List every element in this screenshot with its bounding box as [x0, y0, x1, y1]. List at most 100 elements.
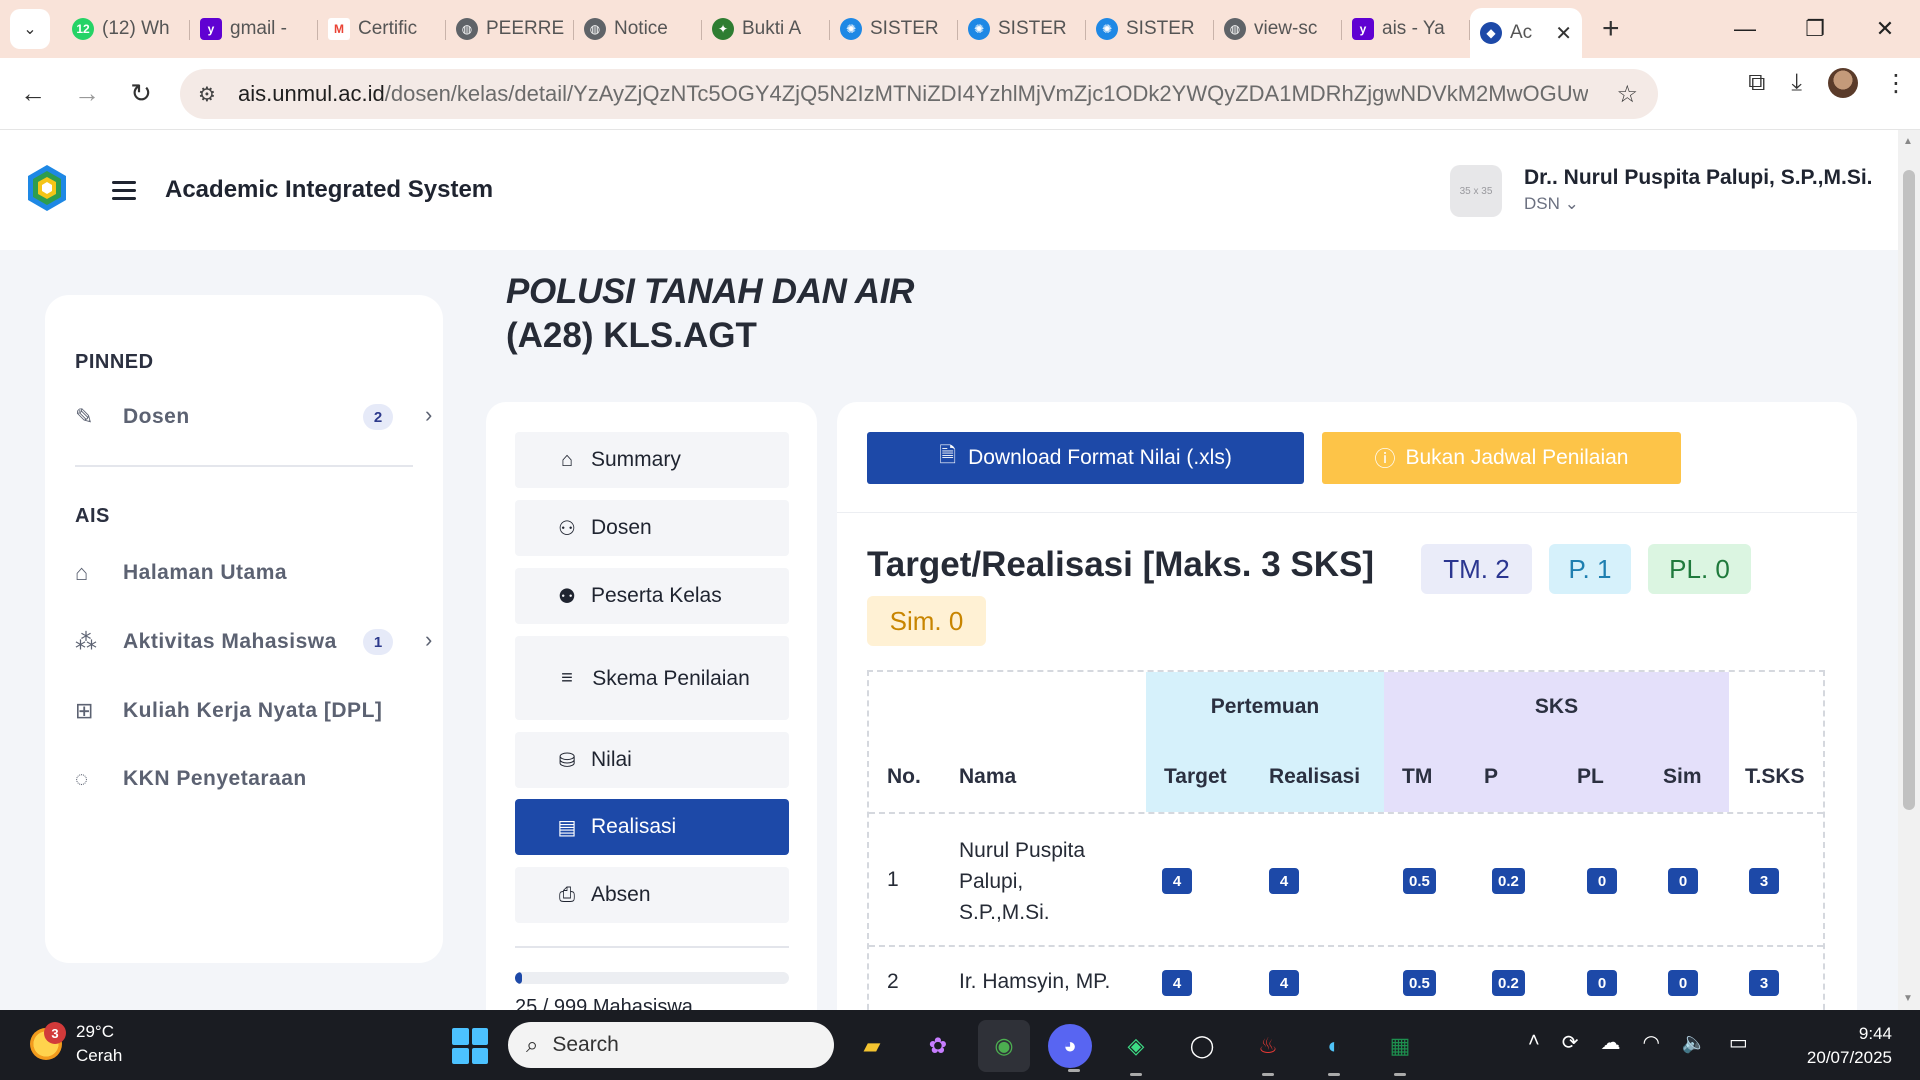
browser-toolbar: ← → ↻ ⚙ ais.unmul.ac.id/dosen/kelas/deta… — [0, 58, 1920, 130]
reload-button[interactable]: ↻ — [114, 67, 168, 121]
avatar[interactable]: 35 x 35 — [1450, 165, 1502, 217]
volume-icon[interactable]: 🔈 — [1682, 1030, 1707, 1055]
sidebar-item-halaman-utama[interactable]: ⌂ Halaman Utama — [75, 553, 415, 593]
browser-tab[interactable]: ◍ view-sc — [1214, 10, 1342, 48]
browser-tab[interactable]: M Certific — [318, 10, 446, 48]
jadwal-penilaian-button[interactable]: ⓘ Bukan Jadwal Penilaian — [1322, 432, 1681, 484]
menu-item-dosen[interactable]: ⚇ Dosen — [515, 500, 789, 556]
column-header-no: No. — [887, 765, 921, 788]
cell-sim: 0 — [1668, 868, 1698, 894]
browser-tab[interactable]: ◍ Notice — [574, 10, 702, 48]
sun-icon: 3 — [30, 1022, 66, 1060]
menu-item-nilai[interactable]: ⛁ Nilai — [515, 732, 789, 788]
menu-item-absen[interactable]: ⎙ Absen — [515, 867, 789, 923]
cell-sim: 0 — [1668, 970, 1698, 996]
tab-search-button[interactable]: ⌄ — [10, 9, 50, 49]
page-scrollbar[interactable]: ▲ ▼ — [1898, 130, 1920, 1010]
menu-item-skema-penilaian[interactable]: ≡ Skema Penilaian — [515, 636, 789, 720]
excel-icon[interactable]: ▦ — [1374, 1020, 1426, 1076]
weather-widget[interactable]: 3 29°C Cerah — [30, 1020, 122, 1068]
row-divider — [869, 812, 1823, 814]
browser-tab[interactable]: ✺ SISTER — [958, 10, 1086, 48]
sidebar-item-dosen[interactable]: ✎ Dosen 2 › — [75, 397, 432, 437]
home-icon: ⌂ — [560, 448, 574, 471]
file-explorer-icon[interactable]: ▰ — [846, 1020, 898, 1072]
document-icon: ▤ — [557, 816, 577, 839]
kebab-menu-icon[interactable]: ⋮ — [1884, 69, 1908, 98]
browser-tab[interactable]: ✺ SISTER — [830, 10, 958, 48]
weather-condition: Cerah — [76, 1046, 123, 1065]
browser-tab[interactable]: 12 (12) Wh — [62, 10, 190, 48]
info-circle-icon: ⓘ — [1374, 448, 1396, 471]
url-text[interactable]: ais.unmul.ac.id/dosen/kelas/detail/YzAyZ… — [238, 81, 1588, 107]
browser-tab[interactable]: ◍ PEERRE — [446, 10, 574, 48]
menu-item-label: Skema Penilaian — [592, 666, 750, 690]
battery-icon[interactable]: ▭ — [1729, 1030, 1748, 1055]
menu-item-peserta-kelas[interactable]: ⚉ Peserta Kelas — [515, 568, 789, 624]
browser-tab[interactable]: ✺ SISTER — [1086, 10, 1214, 48]
menu-divider — [515, 946, 789, 948]
taskbar-search[interactable]: ⌕ Search — [508, 1022, 834, 1068]
ais-logo-icon[interactable] — [26, 163, 68, 213]
browser-tab[interactable]: ✦ Bukti A — [702, 10, 830, 48]
site-settings-icon[interactable]: ⚙ — [198, 82, 226, 107]
edge-icon[interactable]: ◐ — [1308, 1020, 1360, 1076]
wifi-icon[interactable]: ◠ — [1642, 1030, 1659, 1055]
temperature: 29°C — [76, 1022, 114, 1041]
tab-list: 12 (12) Wh y gmail - M Certific ◍ PEERRE ◍ No… — [62, 0, 1620, 58]
clock[interactable]: 9:44 20/07/2025 — [1807, 1022, 1892, 1070]
user-name[interactable]: Dr.. Nurul Puspita Palupi, S.P.,M.Si. — [1524, 166, 1873, 190]
browser-app-icon[interactable]: ◈ — [1110, 1020, 1162, 1076]
chat-icon: ◌ — [75, 766, 89, 791]
chrome-icon[interactable]: ◉ — [978, 1020, 1030, 1072]
tab-title: view-sc — [1254, 18, 1318, 39]
close-icon[interactable]: ✕ — [1555, 21, 1572, 46]
bookmark-star-icon[interactable]: ☆ — [1616, 80, 1638, 109]
sidebar-item-aktivitas-mahasiswa[interactable]: ⁂ Aktivitas Mahasiswa 1 › — [75, 622, 432, 662]
scroll-down-icon[interactable]: ▼ — [1903, 993, 1913, 1004]
download-format-nilai-button[interactable]: 🗎 Download Format Nilai (.xls) — [867, 432, 1304, 484]
close-window-icon[interactable]: ✕ — [1850, 0, 1920, 58]
menu-item-realisasi[interactable]: ▤ Realisasi — [515, 799, 789, 855]
sidebar-item-kkn-penyetaraan[interactable]: ◌ KKN Penyetaraan — [75, 759, 415, 799]
column-header-pl: PL — [1559, 742, 1647, 812]
taskbar: 3 29°C Cerah ⌕ Search ▰ ✿ ◉ ◕ ◈ ◯ ♨ ◐ ▦ ˄… — [0, 1010, 1920, 1080]
activity-ring-icon[interactable]: ◯ — [1176, 1020, 1228, 1072]
chevron-up-icon[interactable]: ˄ — [1528, 1030, 1540, 1055]
scroll-up-icon[interactable]: ▲ — [1903, 136, 1913, 147]
class-code: (A28) KLS.AGT — [506, 316, 757, 355]
cloud-icon[interactable]: ☁ — [1600, 1030, 1620, 1055]
browser-tab-active[interactable]: ◆ Ac ✕ — [1470, 8, 1582, 58]
new-tab-button[interactable]: + — [1602, 12, 1620, 46]
cell-no: 2 — [887, 970, 899, 993]
start-button[interactable] — [452, 1028, 488, 1064]
hamburger-menu-icon[interactable] — [112, 170, 142, 210]
menu-item-summary[interactable]: ⌂ Summary — [515, 432, 789, 488]
back-button[interactable]: ← — [6, 67, 60, 121]
discord-icon[interactable]: ◕ — [1048, 1024, 1092, 1072]
sister-icon: ✺ — [1096, 18, 1118, 40]
sidebar-item-kkn-dpl[interactable]: ⊞ Kuliah Kerja Nyata [DPL] — [75, 691, 415, 731]
user-role-dropdown[interactable]: DSN ⌄ — [1524, 194, 1579, 214]
acrobat-icon[interactable]: ♨ — [1242, 1020, 1294, 1076]
sync-icon[interactable]: ⟳ — [1562, 1030, 1579, 1055]
count-badge: 2 — [363, 404, 393, 430]
browser-tab[interactable]: y gmail - — [190, 10, 318, 48]
column-header-sim: Sim — [1647, 742, 1729, 812]
extensions-icon[interactable]: ⧉ — [1748, 69, 1765, 97]
restore-icon[interactable]: ❐ — [1780, 0, 1850, 58]
minimize-icon[interactable]: — — [1710, 0, 1780, 58]
copilot-icon[interactable]: ✿ — [912, 1020, 964, 1072]
tab-title: PEERRE — [486, 18, 564, 39]
search-icon: ⌕ — [526, 1032, 539, 1057]
download-icon[interactable]: ⤓ — [1791, 69, 1802, 97]
scrollbar-thumb[interactable] — [1903, 170, 1915, 810]
browser-tab[interactable]: y ais - Ya — [1342, 10, 1470, 48]
address-bar[interactable]: ⚙ ais.unmul.ac.id/dosen/kelas/detail/YzA… — [180, 69, 1658, 119]
activity-icon: ⁂ — [75, 629, 97, 654]
chip-tm: TM. 2 — [1421, 544, 1532, 594]
yahoo-icon: y — [1352, 18, 1374, 40]
profile-avatar[interactable] — [1828, 68, 1858, 98]
student-progress-bar — [515, 972, 789, 984]
forward-button[interactable]: → — [60, 67, 114, 121]
